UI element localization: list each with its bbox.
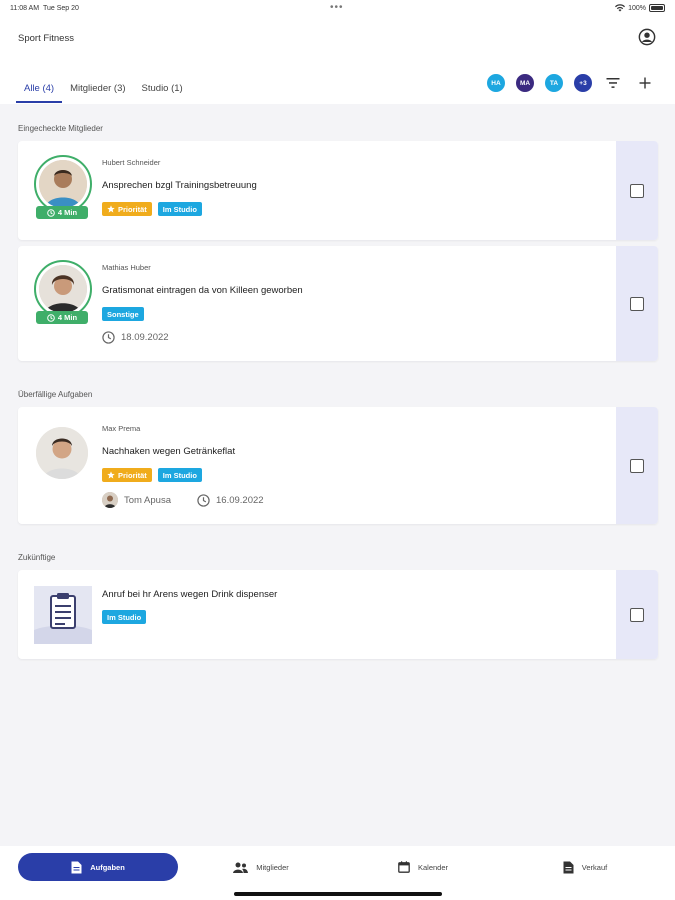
category-tag: Sonstige [102,307,144,321]
checkin-timer-badge: 4 Min [36,311,88,324]
tab-studio[interactable]: Studio (1) [134,80,191,103]
checkbox-panel [616,246,658,361]
timer-text: 4 Min [57,313,78,322]
receipt-icon [563,861,574,873]
task-title: Anruf bei hr Arens wegen Drink dispenser [102,589,278,600]
studio-tag: Im Studio [157,468,202,482]
battery-percent: 100% [628,4,646,12]
assignee-chip-ma[interactable]: MA [515,73,535,93]
calendar-icon [398,861,410,873]
avatar [39,265,87,313]
assignee-name: Tom Apusa [124,494,171,506]
task-checkbox[interactable] [630,607,644,622]
task-checkbox[interactable] [630,183,644,198]
priority-tag: Priorität [102,202,152,216]
member-name: Hubert Schneider [102,158,161,167]
studio-tag: Im Studio [157,202,202,216]
clipboard-icon [34,586,92,644]
filter-button[interactable] [604,74,622,92]
assignee-chip-ha[interactable]: HA [486,73,506,93]
status-right: 100% [615,4,665,12]
tab-alle[interactable]: Alle (4) [16,80,63,103]
people-icon [233,862,249,873]
member-name: Max Prema [102,424,141,433]
filter-tabs: Alle (4) Mitglieder (3) Studio (1) [16,80,191,103]
nav-verkauf[interactable]: Verkauf [540,853,630,881]
app-header: Sport Fitness Alle (4) Mitglieder (3) St… [0,18,675,104]
task-meta: 18.09.2022 [102,331,169,344]
nav-mitglieder[interactable]: Mitglieder [216,853,306,881]
task-card[interactable]: 4 Min Mathias Huber Gratismonat eintrage… [18,246,658,361]
task-tags: Im Studio [102,610,147,624]
avatar [36,427,88,479]
timer-text: 4 Min [57,208,78,217]
filter-icon [606,78,620,88]
task-card[interactable]: Anruf bei hr Arens wegen Drink dispenser… [18,570,658,659]
checkbox-panel [616,570,658,659]
task-title: Gratismonat eintragen da von Killeen gew… [102,285,303,296]
task-title: Nachhaken wegen Getränkeflat [102,446,236,457]
member-avatar-ring [34,155,92,213]
clock-icon [102,331,115,344]
status-time: 11:08 AM Tue Sep 20 [10,5,79,12]
add-task-button[interactable] [636,74,654,92]
home-indicator [234,892,442,896]
assignee-avatar [102,492,118,508]
app-title: Sport Fitness [18,33,74,44]
star-icon [107,471,115,479]
star-icon [107,205,115,213]
section-checked-in: Eingecheckte Mitglieder [18,124,103,133]
avatar [39,160,87,208]
priority-tag: Priorität [102,468,152,482]
profile-icon[interactable] [638,28,656,46]
task-title: Ansprechen bzgl Trainingsbetreuung [102,180,257,191]
task-meta: Tom Apusa 16.09.2022 [102,492,264,508]
member-avatar-ring [34,260,92,318]
task-checkbox[interactable] [630,296,644,311]
section-upcoming: Zukünftige [18,553,56,562]
checkbox-panel [616,407,658,524]
studio-tag: Im Studio [102,610,147,624]
member-name: Mathias Huber [102,263,151,272]
nav-aufgaben[interactable]: Aufgaben [18,853,178,881]
assignee-chip-more[interactable]: +3 [573,73,593,93]
battery-icon [649,4,665,12]
document-icon [71,861,82,873]
assignee-filter: HA MA TA +3 [486,73,602,93]
checkin-timer-badge: 4 Min [36,206,88,219]
plus-icon [639,77,651,89]
wifi-icon [615,4,626,12]
checkbox-panel [616,141,658,240]
task-card[interactable]: Max Prema Nachhaken wegen Getränkeflat P… [18,407,658,524]
tab-mitglieder[interactable]: Mitglieder (3) [62,80,133,103]
nav-kalender[interactable]: Kalender [378,853,468,881]
clock-icon [197,493,210,507]
timer-icon [47,208,55,217]
task-tags: Priorität Im Studio [102,202,202,216]
task-tags: Priorität Im Studio [102,468,202,482]
multitask-dots[interactable]: ••• [330,2,344,13]
section-overdue: Überfällige Aufgaben [18,390,93,399]
task-card[interactable]: 4 Min Hubert Schneider Ansprechen bzgl T… [18,141,658,240]
task-tags: Sonstige [102,307,144,321]
task-checkbox[interactable] [630,458,644,473]
assignee-chip-ta[interactable]: TA [544,73,564,93]
due-date: 16.09.2022 [216,494,264,506]
status-bar: 11:08 AM Tue Sep 20 ••• 100% [0,0,675,18]
timer-icon [47,313,55,322]
due-date: 18.09.2022 [121,332,169,343]
